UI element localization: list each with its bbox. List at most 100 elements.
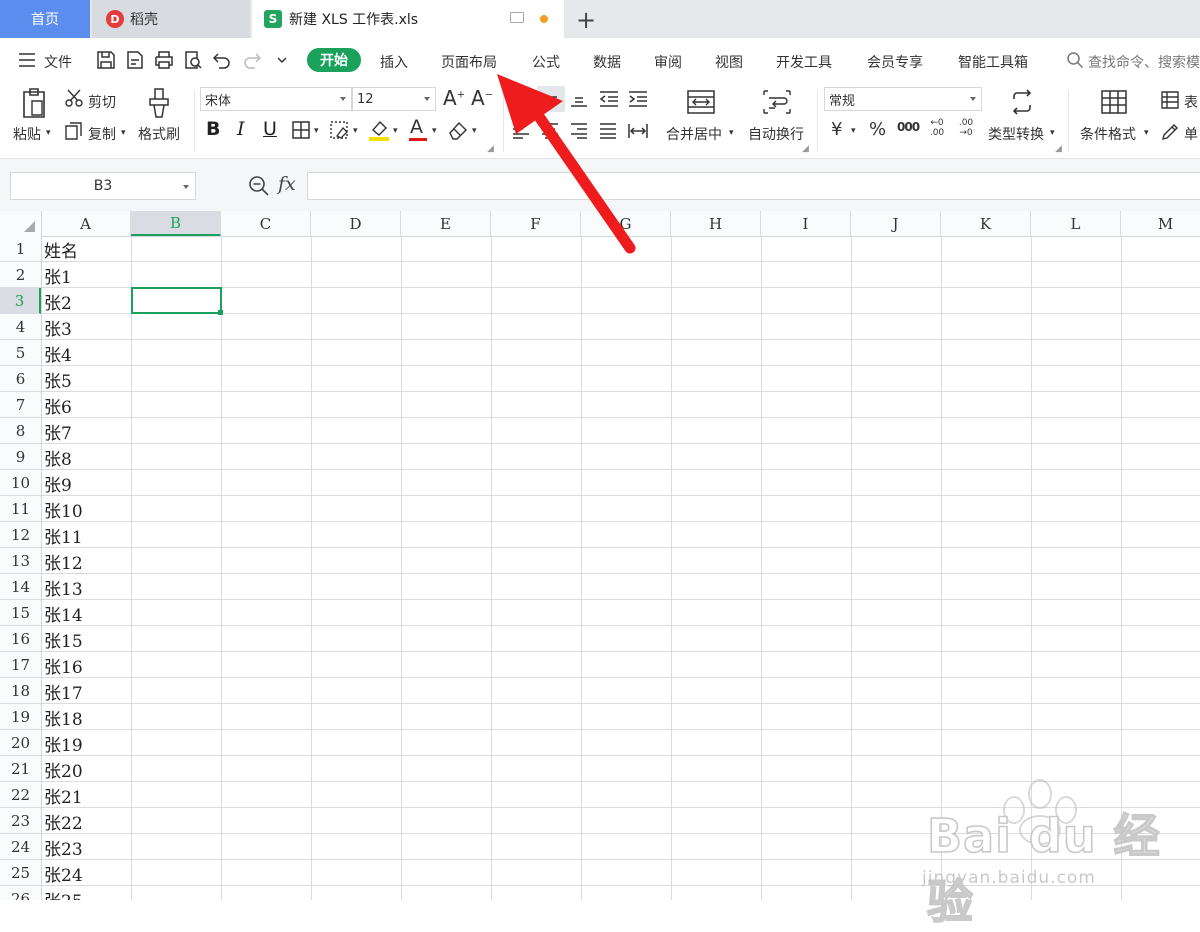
- row-header-8[interactable]: 8: [0, 418, 41, 444]
- undo-icon[interactable]: [212, 50, 232, 70]
- format-painter-icon[interactable]: [145, 87, 173, 119]
- row-header-6[interactable]: 6: [0, 366, 41, 392]
- cell-style-button[interactable]: 单: [1184, 124, 1198, 144]
- conditional-format-icon[interactable]: [1100, 89, 1128, 115]
- cell-a13[interactable]: 张12: [44, 548, 83, 574]
- name-box[interactable]: B3: [10, 172, 196, 200]
- row-header-11[interactable]: 11: [0, 496, 41, 522]
- type-convert-dropdown-icon[interactable]: ▾: [1050, 128, 1055, 138]
- distributed-align-icon[interactable]: [627, 122, 649, 140]
- cell-a1[interactable]: 姓名: [44, 236, 78, 262]
- insert-function-icon[interactable]: fx: [278, 173, 296, 195]
- clear-format-eraser-icon[interactable]: [447, 120, 469, 140]
- increase-decimal-button[interactable]: ←0 .00: [926, 118, 948, 138]
- menu-tab-start[interactable]: 开始: [307, 48, 361, 72]
- row-header-24[interactable]: 24: [0, 834, 41, 860]
- font-color-icon[interactable]: A: [410, 116, 423, 138]
- cell-a2[interactable]: 张1: [44, 262, 72, 288]
- fill-pattern-dropdown-icon[interactable]: ▾: [353, 126, 358, 136]
- quick-access-dropdown-icon[interactable]: [275, 50, 289, 70]
- cell-a19[interactable]: 张18: [44, 704, 83, 730]
- column-header-f[interactable]: F: [491, 211, 581, 236]
- cell-a25[interactable]: 张24: [44, 860, 83, 886]
- cell-a7[interactable]: 张6: [44, 392, 72, 418]
- new-tab-plus-icon[interactable]: +: [576, 6, 596, 34]
- cell-a5[interactable]: 张4: [44, 340, 72, 366]
- paste-icon[interactable]: [20, 87, 48, 119]
- row-header-1[interactable]: 1: [0, 236, 41, 262]
- font-dialog-launcher-icon[interactable]: ◢: [487, 144, 494, 154]
- align-left-icon[interactable]: [511, 122, 531, 140]
- column-header-b[interactable]: B: [131, 211, 221, 236]
- column-header-l[interactable]: L: [1031, 211, 1121, 236]
- column-header-h[interactable]: H: [671, 211, 761, 236]
- copy-dropdown-icon[interactable]: ▾: [121, 128, 126, 138]
- tab-document[interactable]: S 新建 XLS 工作表.xls: [252, 0, 564, 38]
- wrap-text-icon[interactable]: [762, 89, 792, 115]
- merge-center-button[interactable]: 合并居中: [666, 124, 722, 144]
- row-header-12[interactable]: 12: [0, 522, 41, 548]
- bold-button[interactable]: B: [206, 118, 220, 140]
- table-style-icon[interactable]: [1160, 90, 1180, 110]
- menu-tab-page-layout[interactable]: 页面布局: [441, 52, 497, 72]
- row-header-9[interactable]: 9: [0, 444, 41, 470]
- menu-tab-formulas[interactable]: 公式: [532, 52, 560, 72]
- align-bottom-icon[interactable]: [569, 90, 589, 108]
- cell-a15[interactable]: 张14: [44, 600, 83, 626]
- decrease-indent-icon[interactable]: [598, 90, 620, 108]
- row-header-20[interactable]: 20: [0, 730, 41, 756]
- file-menu[interactable]: 文件: [44, 52, 72, 72]
- cell-a16[interactable]: 张15: [44, 626, 83, 652]
- cell-a17[interactable]: 张16: [44, 652, 83, 678]
- column-header-c[interactable]: C: [221, 211, 311, 236]
- cell-a18[interactable]: 张17: [44, 678, 83, 704]
- borders-dropdown-icon[interactable]: ▾: [314, 126, 319, 136]
- cell-a14[interactable]: 张13: [44, 574, 83, 600]
- decrease-font-size-icon[interactable]: A−: [471, 86, 493, 110]
- row-header-2[interactable]: 2: [0, 262, 41, 288]
- search-icon[interactable]: [1066, 51, 1084, 69]
- monitor-icon[interactable]: [510, 12, 524, 23]
- number-dialog-launcher-icon[interactable]: ◢: [1055, 144, 1062, 154]
- cell-a3[interactable]: 张2: [44, 288, 72, 314]
- row-header-26[interactable]: 26: [0, 886, 41, 901]
- conditional-format-button[interactable]: 条件格式: [1080, 124, 1136, 144]
- row-header-10[interactable]: 10: [0, 470, 41, 496]
- row-header-18[interactable]: 18: [0, 678, 41, 704]
- row-header-5[interactable]: 5: [0, 340, 41, 366]
- align-center-icon[interactable]: [540, 122, 560, 140]
- column-header-k[interactable]: K: [941, 211, 1031, 236]
- conditional-format-dropdown-icon[interactable]: ▾: [1144, 128, 1149, 138]
- clear-format-dropdown-icon[interactable]: ▾: [472, 126, 477, 136]
- align-top-icon[interactable]: [511, 90, 531, 108]
- paste-dropdown-icon[interactable]: ▾: [46, 128, 51, 138]
- column-header-j[interactable]: J: [851, 211, 941, 236]
- zoom-formula-icon[interactable]: [248, 175, 270, 197]
- column-header-g[interactable]: G: [581, 211, 671, 236]
- menu-tab-insert[interactable]: 插入: [380, 52, 408, 72]
- row-header-13[interactable]: 13: [0, 548, 41, 574]
- merge-center-dropdown-icon[interactable]: ▾: [729, 128, 734, 138]
- alignment-dialog-launcher-icon[interactable]: ◢: [802, 144, 809, 154]
- row-header-23[interactable]: 23: [0, 808, 41, 834]
- active-cell-b3[interactable]: [131, 287, 222, 314]
- fill-pattern-icon[interactable]: [329, 120, 351, 140]
- underline-button[interactable]: U: [263, 118, 277, 140]
- merge-center-icon[interactable]: [686, 89, 716, 115]
- decrease-decimal-button[interactable]: .00 →0: [954, 118, 978, 138]
- increase-font-size-icon[interactable]: A+: [443, 86, 465, 110]
- menu-tab-review[interactable]: 审阅: [654, 52, 682, 72]
- row-header-19[interactable]: 19: [0, 704, 41, 730]
- cell-style-icon[interactable]: [1160, 122, 1180, 142]
- row-header-14[interactable]: 14: [0, 574, 41, 600]
- type-convert-icon[interactable]: [1008, 88, 1036, 116]
- cell-a23[interactable]: 张22: [44, 808, 83, 834]
- font-size-select[interactable]: 12: [352, 87, 436, 111]
- print-preview-icon[interactable]: [183, 50, 203, 70]
- row-header-25[interactable]: 25: [0, 860, 41, 886]
- menu-tab-developer[interactable]: 开发工具: [776, 52, 832, 72]
- row-header-22[interactable]: 22: [0, 782, 41, 808]
- currency-dropdown-icon[interactable]: ▾: [851, 126, 856, 136]
- row-header-16[interactable]: 16: [0, 626, 41, 652]
- hamburger-menu-icon[interactable]: [18, 52, 36, 68]
